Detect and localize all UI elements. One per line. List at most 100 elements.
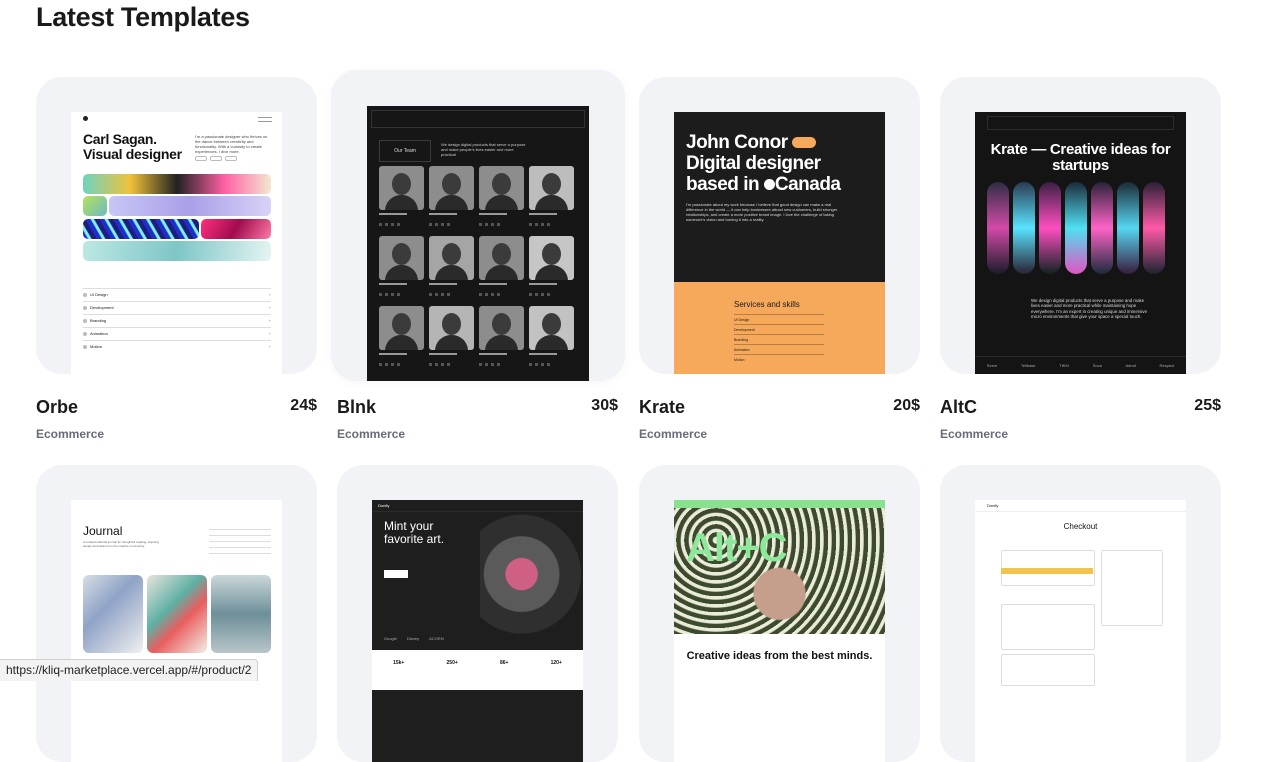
preview-image	[1143, 182, 1165, 274]
altc-preview: Krate — Creative ideas for startups We d…	[975, 112, 1186, 374]
partner-logos: Serve Tellbase TIKKI Sova Adroit Respect	[975, 356, 1186, 374]
team-member-card	[529, 166, 574, 232]
menu-icon	[258, 117, 272, 122]
preview-image	[480, 512, 583, 650]
preview-nav: Donfly	[372, 500, 583, 512]
skills-title: Services and skills	[734, 300, 800, 309]
team-member-card	[379, 306, 424, 372]
template-price: 24$	[290, 397, 317, 414]
preview-image	[147, 575, 207, 653]
mint-preview: Donfly Mint your favorite art. Google Dis…	[372, 500, 583, 762]
preview-service: Motion	[83, 340, 271, 353]
preview-image	[83, 174, 271, 194]
page-title: Latest Templates	[36, 2, 250, 32]
team-member-card	[479, 236, 524, 302]
template-name[interactable]: Blnk	[337, 397, 376, 418]
preview-text: A curated editorial journal for thoughtf…	[83, 540, 159, 548]
preview-nav	[987, 116, 1174, 130]
template-category: Ecommerce	[639, 427, 708, 441]
checkout-preview: Donfly Checkout	[975, 500, 1186, 762]
template-thumbnail[interactable]: John Conor Digital designer based in Can…	[639, 77, 920, 374]
preview-logo: Alt+C	[686, 526, 788, 570]
template-price: 30$	[591, 397, 618, 414]
journal-preview: Journal A curated editorial journal for …	[71, 500, 282, 762]
template-name[interactable]: Krate	[639, 397, 685, 418]
team-member-card	[429, 166, 474, 232]
preview-button	[384, 570, 408, 578]
preview-service: Branding	[83, 314, 271, 327]
preview-image	[83, 575, 143, 653]
preview-headline: Mint your favorite art.	[384, 519, 445, 546]
toggle-icon	[792, 137, 817, 149]
play-icon	[763, 179, 775, 191]
preview-headline: John Conor Digital designer based in Can…	[686, 132, 841, 195]
preview-text: I'm passionate about my work because I b…	[686, 202, 838, 222]
preview-headline: Krate — Creative ideas for startups	[990, 141, 1171, 174]
preview-image	[1117, 182, 1139, 274]
preview-image	[109, 196, 271, 216]
skills-section: Services and skills UI Design Developmen…	[674, 282, 885, 374]
preview-image	[83, 241, 271, 261]
template-category: Ecommerce	[36, 427, 105, 441]
template-thumbnail[interactable]: Our Team We design digital products that…	[331, 70, 625, 381]
preview-box	[1101, 550, 1163, 626]
partner-logos: Google Disney ACORN	[384, 636, 444, 641]
preview-service: Development	[83, 301, 271, 314]
template-thumbnail[interactable]: Donfly Mint your favorite art. Google Dis…	[337, 465, 618, 762]
preview-stats: 15k+ 250+ 86+ 120+	[372, 650, 583, 690]
krate-preview: John Conor Digital designer based in Can…	[674, 112, 885, 374]
status-bar-url: https://kliq-marketplace.vercel.app/#/pr…	[0, 659, 259, 681]
preview-image	[1065, 182, 1087, 274]
template-name[interactable]: Orbe	[36, 397, 78, 418]
preview-bio: I'm a passionate designer who thrives on…	[195, 134, 268, 154]
preview-image	[1013, 182, 1035, 274]
team-member-card	[529, 236, 574, 302]
preview-image	[987, 182, 1009, 274]
preview-sidebar	[209, 524, 271, 554]
team-member-card	[379, 166, 424, 232]
team-member-card	[479, 306, 524, 372]
orbe-preview: Carl Sagan. Visual designer I'm a passio…	[71, 112, 282, 374]
preview-box	[1001, 604, 1095, 650]
team-member-card	[379, 236, 424, 302]
preview-nav: Donfly	[975, 500, 1186, 512]
preview-service: UI Design	[83, 288, 271, 301]
preview-button: Our Team	[379, 140, 431, 162]
template-price: 20$	[893, 397, 920, 414]
preview-box	[1001, 654, 1095, 686]
preview-text: We design digital products that serve a …	[441, 142, 526, 157]
preview-image	[83, 196, 107, 216]
template-name[interactable]: AltC	[940, 397, 977, 418]
template-thumbnail[interactable]: Alt+C Creative ideas from the best minds…	[639, 465, 920, 762]
preview-button	[1001, 568, 1093, 574]
logo-icon	[83, 116, 88, 121]
skill-item: Motion	[734, 354, 824, 365]
template-category: Ecommerce	[940, 427, 1009, 441]
altc-flower-preview: Alt+C Creative ideas from the best minds…	[674, 500, 885, 762]
template-thumbnail[interactable]: Carl Sagan. Visual designer I'm a passio…	[36, 77, 317, 374]
preview-image	[201, 219, 271, 239]
template-thumbnail[interactable]: Krate — Creative ideas for startups We d…	[940, 77, 1221, 374]
team-member-card	[479, 166, 524, 232]
preview-text: We design digital products that serve a …	[1031, 298, 1148, 320]
preview-tags	[195, 156, 237, 161]
preview-headline: Carl Sagan. Visual designer	[83, 131, 182, 162]
preview-image	[1039, 182, 1061, 274]
team-member-card	[529, 306, 574, 372]
template-thumbnail[interactable]: Journal A curated editorial journal for …	[36, 465, 317, 762]
template-price: 25$	[1194, 397, 1221, 414]
preview-headline: Creative ideas from the best minds.	[686, 650, 873, 662]
preview-image	[83, 219, 199, 239]
template-thumbnail[interactable]: Donfly Checkout	[940, 465, 1221, 762]
template-category: Ecommerce	[337, 427, 406, 441]
preview-image	[211, 575, 271, 653]
preview-headline: Journal	[83, 524, 123, 538]
team-member-card	[429, 236, 474, 302]
team-member-card	[429, 306, 474, 372]
preview-nav	[371, 110, 585, 128]
preview-nav	[674, 500, 885, 508]
preview-service: Animation	[83, 327, 271, 340]
preview-image	[1091, 182, 1113, 274]
preview-headline: Checkout	[1063, 522, 1098, 531]
blnk-preview: Our Team We design digital products that…	[367, 106, 589, 381]
